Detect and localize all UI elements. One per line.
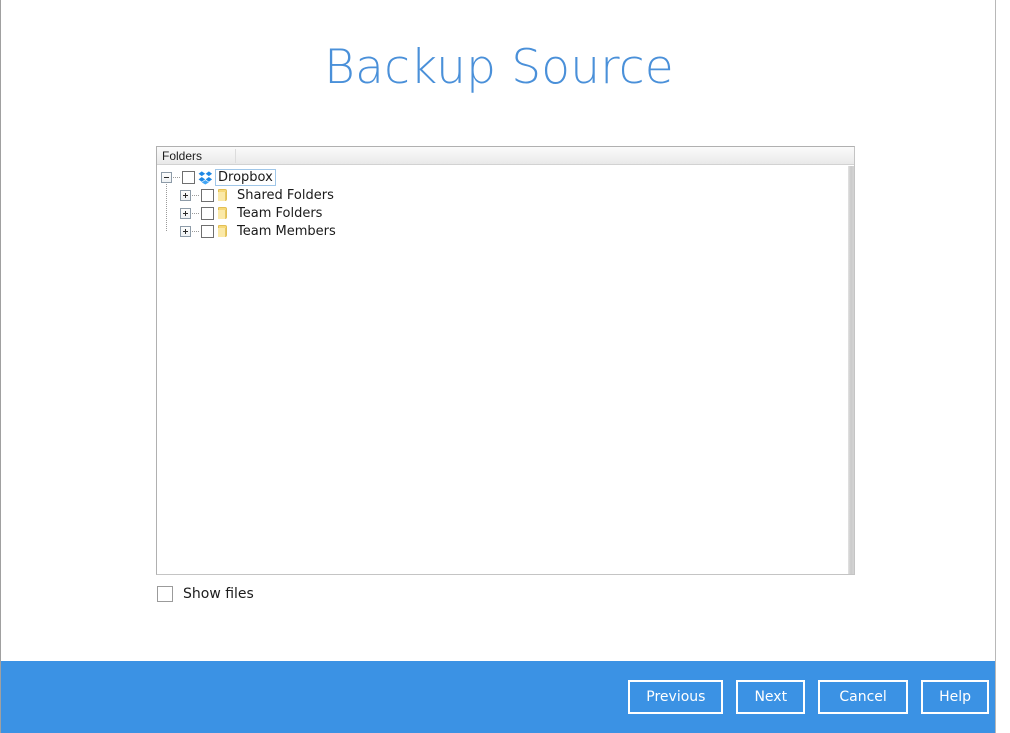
help-button[interactable]: Help xyxy=(921,680,989,714)
tree-connector-dots xyxy=(192,230,200,232)
checkbox-team-members[interactable] xyxy=(201,224,214,238)
wizard-window: Backup Source Folders Dropbox Shared Fol… xyxy=(0,0,996,733)
folder-icon xyxy=(218,188,232,202)
tree-item-label[interactable]: Team Members xyxy=(237,224,336,239)
tree-row[interactable]: Dropbox xyxy=(161,168,276,186)
expand-plus-icon[interactable] xyxy=(180,225,191,237)
tree-row[interactable]: Team Folders xyxy=(180,204,322,222)
expand-plus-icon[interactable] xyxy=(180,207,191,219)
tree-connector-dots xyxy=(192,212,200,214)
collapse-minus-icon[interactable] xyxy=(161,171,172,183)
tree-connector-dots xyxy=(192,194,200,196)
page-title: Backup Source xyxy=(324,40,674,95)
vertical-scrollbar[interactable] xyxy=(848,166,854,574)
tree-row[interactable]: Team Members xyxy=(180,222,336,240)
tree-item-label[interactable]: Dropbox xyxy=(215,168,276,186)
tree-column-header-label: Folders xyxy=(162,149,203,163)
previous-button[interactable]: Previous xyxy=(628,680,724,714)
folder-icon xyxy=(218,206,232,220)
page-right-gutter xyxy=(996,0,1010,733)
tree-row[interactable]: Shared Folders xyxy=(180,186,334,204)
wizard-footer: Previous Next Cancel Help xyxy=(1,661,995,733)
dropbox-icon xyxy=(198,170,213,184)
tree-connector-dots xyxy=(173,176,181,178)
show-files-option[interactable]: Show files xyxy=(157,586,254,602)
cancel-button[interactable]: Cancel xyxy=(818,680,909,714)
expand-plus-icon[interactable] xyxy=(180,189,191,201)
tree-column-header[interactable]: Folders xyxy=(157,147,854,165)
checkbox-dropbox[interactable] xyxy=(182,170,195,184)
show-files-label: Show files xyxy=(183,586,254,602)
folder-tree-panel: Folders Dropbox Shared Folders Team Fold… xyxy=(156,146,855,575)
tree-connector-line xyxy=(166,180,167,232)
tree-item-label[interactable]: Team Folders xyxy=(237,206,322,221)
show-files-checkbox[interactable] xyxy=(157,586,173,602)
checkbox-team-folders[interactable] xyxy=(201,206,214,220)
checkbox-shared-folders[interactable] xyxy=(201,188,214,202)
folder-icon xyxy=(218,224,232,238)
folder-tree[interactable]: Dropbox Shared Folders Team Folders Team… xyxy=(157,166,854,574)
next-button[interactable]: Next xyxy=(736,680,806,714)
tree-item-label[interactable]: Shared Folders xyxy=(237,188,334,203)
column-divider[interactable] xyxy=(235,149,236,163)
footer-button-group: Previous Next Cancel Help xyxy=(628,680,989,714)
